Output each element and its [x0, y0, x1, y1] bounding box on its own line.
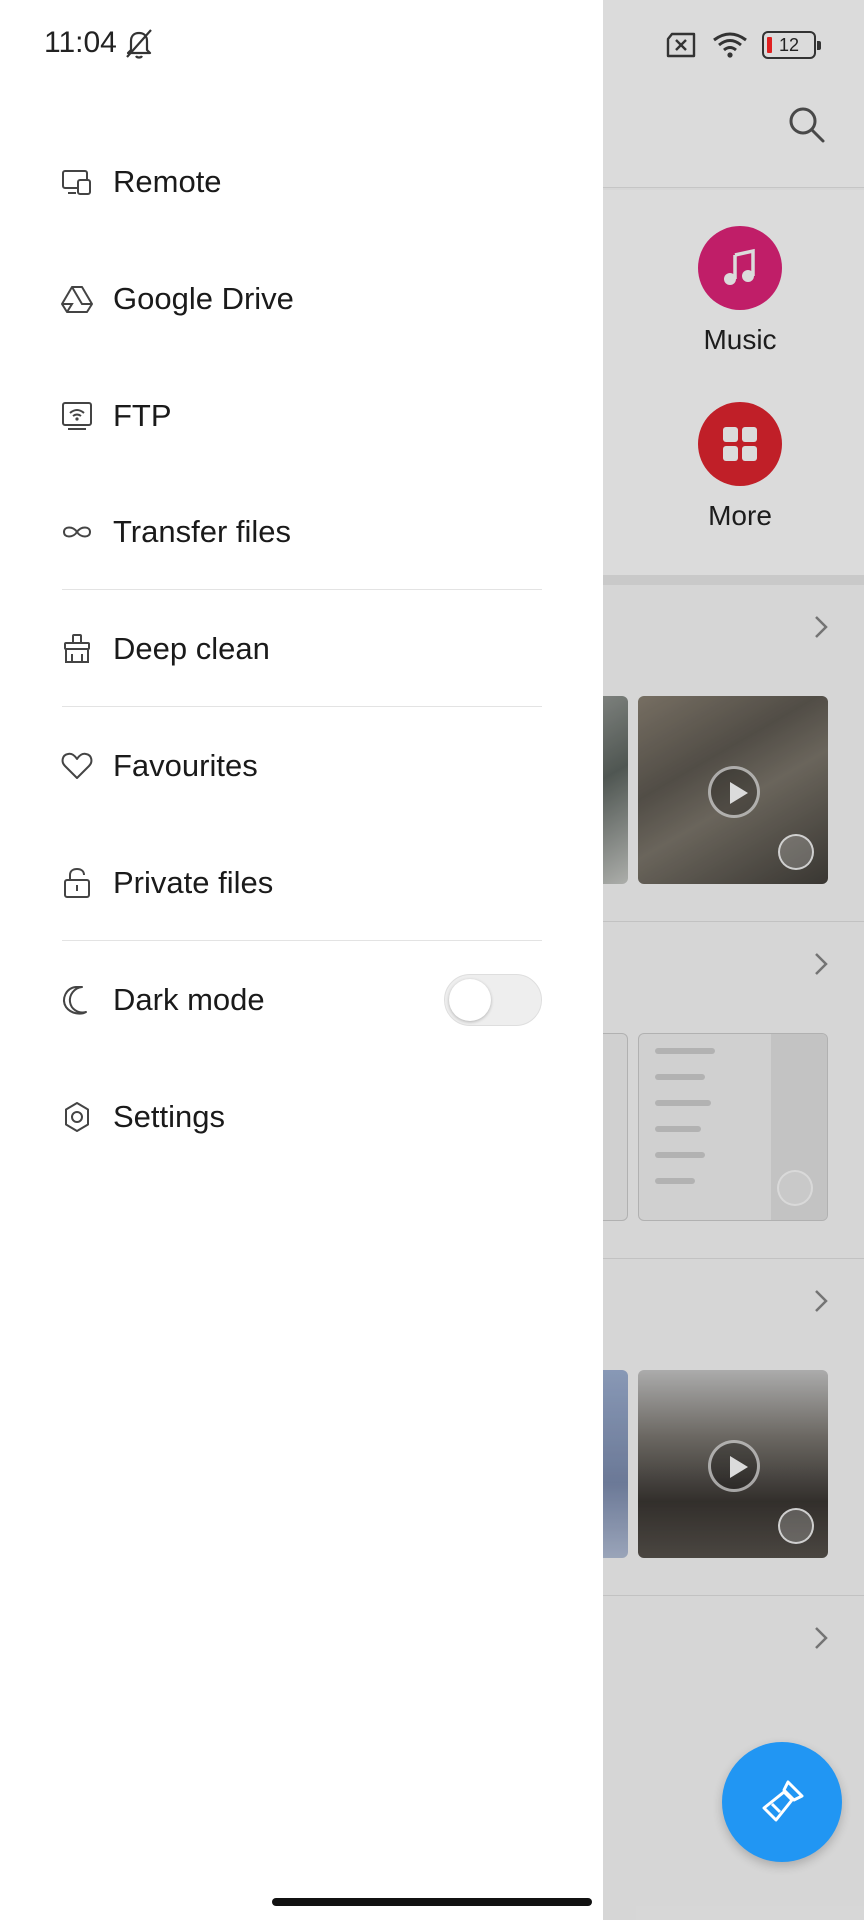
- drawer-item-private-files[interactable]: Private files: [0, 825, 603, 941]
- drawer-item-label: Remote: [113, 164, 222, 199]
- battery-level: 12: [778, 35, 800, 55]
- drawer-item-google-drive[interactable]: Google Drive: [0, 241, 603, 357]
- toggle-knob: [449, 979, 491, 1021]
- drawer-divider: [62, 589, 542, 590]
- cleaner-brush-icon: [762, 1780, 804, 1822]
- google-drive-icon: [60, 282, 94, 316]
- bell-muted-icon: [126, 29, 152, 59]
- gear-icon: [60, 1100, 94, 1134]
- drawer-item-favourites[interactable]: Favourites: [0, 708, 603, 824]
- drawer-item-label: Deep clean: [113, 631, 270, 666]
- infinity-icon: [60, 515, 94, 549]
- drawer-divider: [62, 706, 542, 707]
- drawer-item-label: Settings: [113, 1099, 226, 1134]
- navigation-drawer: Remote Google Drive FTP Transfer files D…: [0, 0, 603, 1920]
- drawer-item-deep-clean[interactable]: Deep clean: [0, 591, 603, 707]
- brush-icon: [60, 632, 94, 666]
- system-icons: 12: [664, 28, 821, 62]
- drawer-item-label: Dark mode: [113, 982, 265, 1017]
- status-time: 11:04: [44, 26, 117, 59]
- drawer-item-label: FTP: [113, 398, 172, 433]
- drawer-item-remote[interactable]: Remote: [0, 124, 603, 240]
- cleaner-fab-button[interactable]: [722, 1742, 842, 1862]
- drawer-item-label: Google Drive: [113, 281, 294, 316]
- home-indicator[interactable]: [272, 1898, 592, 1906]
- drawer-item-dark-mode: Dark mode: [0, 942, 603, 1058]
- drawer-item-label: Transfer files: [113, 514, 292, 549]
- heart-icon: [60, 749, 94, 783]
- drawer-item-settings[interactable]: Settings: [0, 1059, 603, 1175]
- dark-mode-toggle[interactable]: [444, 974, 542, 1026]
- ftp-icon: [60, 399, 94, 433]
- status-bar: 11:04 12: [0, 0, 864, 90]
- drawer-item-ftp[interactable]: FTP: [0, 358, 603, 474]
- battery-icon: 12: [762, 31, 821, 59]
- drawer-item-label: Private files: [113, 865, 274, 900]
- wifi-icon: [713, 32, 747, 58]
- lock-icon: [60, 866, 94, 900]
- moon-icon: [60, 983, 94, 1017]
- drawer-item-transfer-files[interactable]: Transfer files: [0, 474, 603, 590]
- no-sim-icon: [666, 32, 696, 58]
- drawer-divider: [62, 940, 542, 941]
- remote-device-icon: [60, 165, 94, 199]
- drawer-item-label: Favourites: [113, 748, 258, 783]
